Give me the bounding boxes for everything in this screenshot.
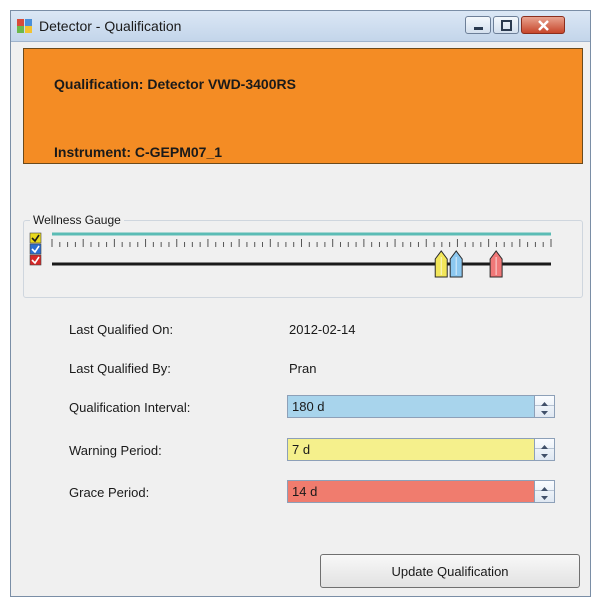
arrow-down-icon — [541, 496, 548, 500]
qualification-marker[interactable] — [449, 250, 463, 278]
last-qualified-by-label: Last Qualified By: — [69, 361, 171, 376]
grace-period-label: Grace Period: — [69, 485, 150, 500]
wellness-gauge: Wellness Gauge — [23, 213, 583, 298]
arrow-down-icon — [541, 411, 548, 415]
close-button[interactable] — [521, 16, 565, 34]
wellness-gauge-chart — [29, 232, 552, 278]
qualification-app-icon — [17, 19, 32, 33]
gauge-ticks — [51, 239, 552, 247]
window-title: Detector - Qualification — [39, 18, 182, 34]
qualification-interval-field[interactable] — [287, 395, 555, 418]
arrow-down-icon — [541, 454, 548, 458]
spin-up-button[interactable] — [535, 481, 554, 491]
spin-down-button[interactable] — [535, 406, 554, 416]
qualification-title: Qualification: Detector VWD-3400RS — [54, 76, 296, 92]
qualification-checkbox[interactable] — [29, 243, 42, 255]
maximize-button[interactable] — [493, 16, 519, 34]
minimize-icon — [474, 27, 483, 30]
grace-period-spinner[interactable] — [534, 481, 554, 502]
qualification-interval-label: Qualification Interval: — [69, 400, 191, 415]
title-bar[interactable]: Detector - Qualification — [11, 11, 590, 42]
last-qualified-on-label: Last Qualified On: — [69, 322, 174, 337]
grace-checkbox[interactable] — [29, 254, 42, 266]
grace-period-field[interactable] — [287, 480, 555, 503]
minimize-button[interactable] — [465, 16, 491, 34]
warning-period-label: Warning Period: — [69, 443, 162, 458]
maximize-icon — [501, 20, 512, 31]
spin-up-button[interactable] — [535, 396, 554, 406]
spin-down-button[interactable] — [535, 449, 554, 459]
update-qualification-button[interactable]: Update Qualification — [320, 554, 580, 588]
grace-period-input[interactable] — [288, 481, 531, 502]
last-qualified-by-value: Pran — [289, 361, 317, 376]
spin-down-button[interactable] — [535, 491, 554, 501]
qualification-banner: Qualification: Detector VWD-3400RS Instr… — [23, 48, 583, 164]
warning-checkbox[interactable] — [29, 232, 42, 244]
qualification-window: Detector - Qualification Qualification: … — [10, 10, 591, 597]
last-qualified-on-value: 2012-02-14 — [289, 322, 356, 337]
qualification-interval-input[interactable] — [288, 396, 531, 417]
warning-period-spinner[interactable] — [534, 439, 554, 460]
qualification-interval-spinner[interactable] — [534, 396, 554, 417]
warning-period-input[interactable] — [288, 439, 531, 460]
close-icon — [538, 20, 549, 31]
warning-period-field[interactable] — [287, 438, 555, 461]
spin-up-button[interactable] — [535, 439, 554, 449]
warning-marker[interactable] — [434, 250, 448, 278]
instrument-name: Instrument: C-GEPM07_1 — [54, 144, 223, 160]
grace-marker[interactable] — [489, 250, 503, 278]
